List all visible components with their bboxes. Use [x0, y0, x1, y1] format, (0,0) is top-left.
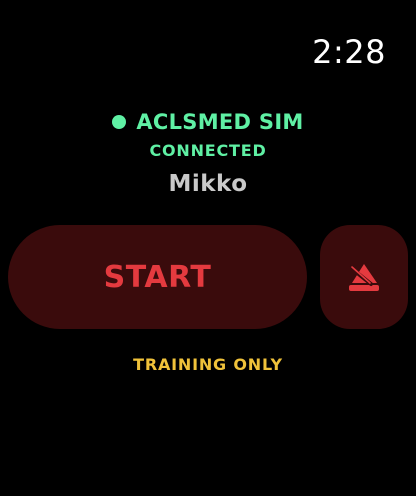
user-name: Mikko — [168, 171, 248, 197]
alarm-off-button[interactable] — [320, 225, 408, 329]
alarm-off-icon — [349, 264, 379, 291]
connection-status-label: CONNECTED — [149, 141, 267, 160]
training-only-note: TRAINING ONLY — [133, 355, 283, 374]
device-name: ACLSMED SIM — [136, 110, 304, 134]
clock-time: 2:28 — [312, 33, 386, 71]
start-button[interactable]: START — [8, 225, 307, 329]
device-header: ACLSMED SIM — [0, 107, 416, 137]
start-button-label: START — [103, 259, 212, 295]
connection-status-dot — [112, 115, 127, 129]
